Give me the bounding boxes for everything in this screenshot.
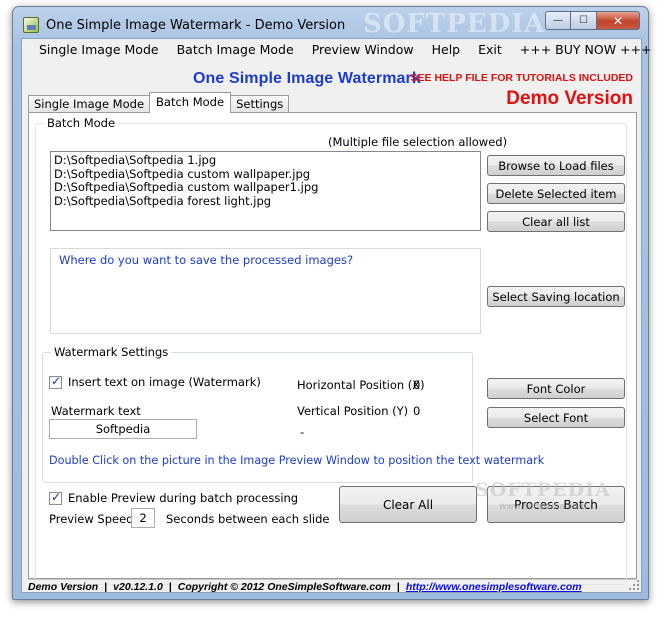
minimize-icon: — [553,15,563,26]
vertical-position-value: 0 [413,404,421,418]
menu-batch-image-mode[interactable]: Batch Image Mode [168,39,303,61]
window-title: One Simple Image Watermark - Demo Versio… [46,18,346,33]
status-edition: Demo Version [28,580,99,593]
tab-settings[interactable]: Settings [230,95,290,113]
status-version: v20.12.1.0 [113,580,163,593]
demo-label: Demo Version [506,88,633,109]
tab-single-image-mode[interactable]: Single Image Mode [28,95,151,113]
delete-selected-button[interactable]: Delete Selected item [487,183,625,204]
help-note: SEE HELP FILE FOR TUTORIALS INCLUDED [410,72,633,84]
multi-selection-note: (Multiple file selection allowed) [328,135,508,149]
batch-mode-group: Batch Mode (Multiple file selection allo… [35,116,627,585]
save-location-area[interactable]: Where do you want to save the processed … [50,248,481,334]
status-separator: | [396,580,400,593]
font-preview-dash: - [300,425,305,439]
watermark-settings-group: Watermark Settings Insert text on image … [42,345,544,483]
enable-preview-label: Enable Preview during batch processing [68,491,299,505]
list-item[interactable]: D:\Softpedia\Softpedia 1.jpg [54,153,477,168]
maximize-button[interactable]: ☐ [571,11,597,30]
status-separator: | [104,580,108,593]
enable-preview-checkbox[interactable] [49,490,62,505]
list-item[interactable]: D:\Softpedia\Softpedia forest light.jpg [54,194,477,209]
close-icon: ✕ [612,13,624,28]
preview-speed-label: Preview Speed [49,512,134,526]
batch-mode-group-title: Batch Mode [44,116,119,130]
minimize-button[interactable]: — [545,11,571,30]
menu-single-image-mode[interactable]: Single Image Mode [30,39,168,61]
horizontal-position-value: 0 [413,378,421,392]
caption-buttons: — ☐ ✕ [545,11,640,30]
list-item[interactable]: D:\Softpedia\Softpedia custom wallpaper1… [54,180,477,195]
save-location-prompt: Where do you want to save the processed … [59,253,354,267]
clear-list-button[interactable]: Clear all list [487,211,625,232]
menu-preview-window[interactable]: Preview Window [303,39,423,61]
menu-help[interactable]: Help [423,39,470,61]
menu-buy-now[interactable]: +++ BUY NOW +++ [511,39,661,61]
title-watermark: SOFTPEDIA [363,9,546,39]
horizontal-position-label: Horizontal Position (X) [297,378,425,392]
website-link[interactable]: http://www.onesimplesoftware.com [406,581,582,593]
font-color-button[interactable]: Font Color [487,378,625,399]
enable-preview-row[interactable]: Enable Preview during batch processing [49,490,299,505]
menu-exit[interactable]: Exit [469,39,511,61]
watermark-settings-title: Watermark Settings [51,345,172,359]
preview-speed-input[interactable]: 2 [131,508,155,528]
status-copyright: Copyright © 2012 OneSimpleSoftware.com [177,580,391,593]
app-window: One Simple Image Watermark - Demo Versio… [12,6,651,600]
insert-text-checkbox[interactable] [49,374,62,389]
watermark-text-label: Watermark text [51,404,141,418]
double-click-hint: Double Click on the picture in the Image… [49,454,545,467]
insert-text-label: Insert text on image (Watermark) [68,375,261,389]
select-font-button[interactable]: Select Font [487,407,625,428]
app-icon [23,17,39,33]
list-item[interactable]: D:\Softpedia\Softpedia custom wallpaper.… [54,167,477,182]
batch-mode-page: Batch Mode (Multiple file selection allo… [28,112,637,585]
client-area: Single Image Mode Batch Image Mode Previ… [21,38,651,593]
softpedia-watermark-url: www.softpedia.com [499,502,587,512]
tab-strip: Single Image Mode Batch Mode Settings [28,92,290,113]
insert-text-row[interactable]: Insert text on image (Watermark) [49,374,261,389]
select-saving-location-button[interactable]: Select Saving location [487,286,625,307]
app-heading: One Simple Image Watermark [193,70,421,87]
file-list[interactable]: D:\Softpedia\Softpedia 1.jpg D:\Softpedi… [50,151,481,231]
vertical-position-label: Vertical Position (Y) [297,404,409,418]
tab-batch-mode[interactable]: Batch Mode [149,92,232,113]
watermark-text-input[interactable]: Softpedia [49,419,197,439]
browse-files-button[interactable]: Browse to Load files [487,155,625,176]
softpedia-watermark: SOFTPEDIA [475,479,611,501]
menu-bar: Single Image Mode Batch Image Mode Previ… [22,39,651,61]
close-button[interactable]: ✕ [597,11,640,30]
status-separator: | [168,580,172,593]
preview-speed-unit: Seconds between each slide [166,512,330,526]
clear-all-button[interactable]: Clear All [339,486,477,523]
status-bar: Demo Version | v20.12.1.0 | Copyright © … [28,579,637,593]
title-bar[interactable]: One Simple Image Watermark - Demo Versio… [13,7,648,39]
maximize-icon: ☐ [579,15,588,26]
